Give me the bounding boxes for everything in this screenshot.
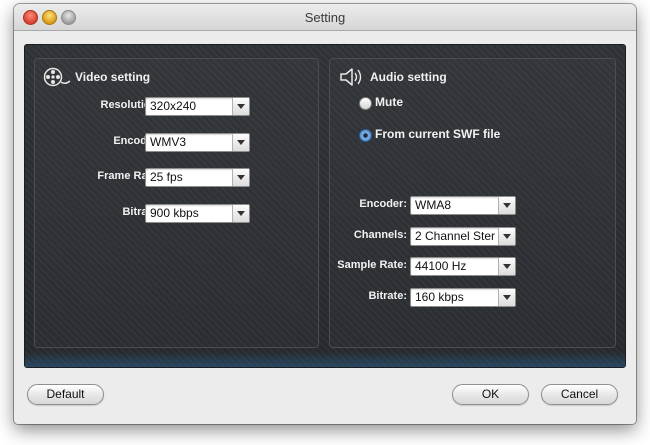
chevron-down-icon[interactable]: [498, 289, 515, 306]
settings-content: Video setting Resolution: 320x240 Encode…: [24, 44, 626, 368]
audio-setting-title: Audio setting: [370, 70, 447, 84]
video-setting-panel: Video setting Resolution: 320x240 Encode…: [34, 58, 319, 348]
default-button[interactable]: Default: [27, 384, 104, 405]
chevron-down-icon[interactable]: [498, 197, 515, 214]
video-encoder-select[interactable]: WMV3: [145, 133, 250, 152]
video-setting-title: Video setting: [75, 70, 151, 84]
audio-encoder-label: Encoder:: [359, 198, 407, 210]
from-swf-radio[interactable]: [359, 129, 372, 142]
audio-bitrate-label: Bitrate:: [368, 290, 407, 302]
chevron-down-icon[interactable]: [232, 98, 249, 115]
window-title: Setting: [304, 10, 346, 25]
channels-label: Channels:: [353, 229, 407, 241]
ok-button[interactable]: OK: [452, 384, 529, 405]
video-bitrate-select[interactable]: 900 kbps: [145, 204, 250, 223]
audio-encoder-select[interactable]: WMA8: [410, 196, 516, 215]
settings-window: Setting Video setting Resolution: 320x24…: [14, 4, 636, 424]
audio-setting-panel: Audio setting Mute From current SWF file…: [329, 58, 616, 348]
chevron-down-icon[interactable]: [232, 169, 249, 186]
frame-rate-select[interactable]: 25 fps: [145, 168, 250, 187]
mute-radio[interactable]: [359, 97, 372, 110]
from-swf-label[interactable]: From current SWF file: [375, 127, 500, 141]
chevron-down-icon[interactable]: [498, 228, 515, 245]
sample-rate-select[interactable]: 44100 Hz: [410, 257, 516, 276]
channels-select[interactable]: 2 Channel Stereo: [410, 227, 516, 246]
sample-rate-label: Sample Rate:: [337, 259, 407, 271]
title-bar: Setting: [14, 4, 636, 31]
audio-bitrate-select[interactable]: 160 kbps: [410, 288, 516, 307]
mute-label[interactable]: Mute: [375, 95, 403, 109]
speaker-icon: [340, 68, 362, 86]
chevron-down-icon[interactable]: [498, 258, 515, 275]
chevron-down-icon[interactable]: [232, 134, 249, 151]
resolution-select[interactable]: 320x240: [145, 97, 250, 116]
cancel-button[interactable]: Cancel: [541, 384, 618, 405]
film-reel-icon: [43, 67, 71, 87]
chevron-down-icon[interactable]: [232, 205, 249, 222]
